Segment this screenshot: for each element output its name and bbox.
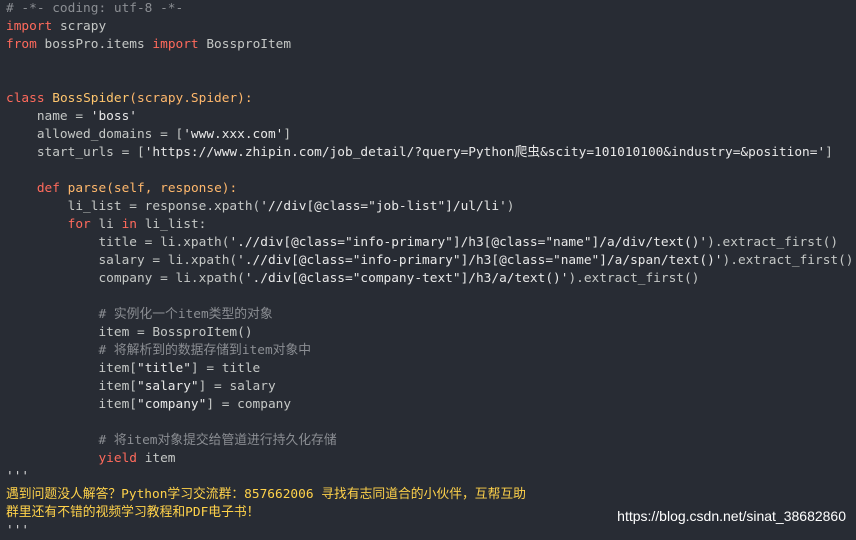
code-line: # -*- coding: utf-8 -*- <box>6 0 854 18</box>
code-keyword: from <box>6 37 37 52</box>
code-text: item <box>136 451 176 466</box>
code-text: item[ <box>6 397 137 412</box>
code-text: li_list = response.xpath( <box>6 199 261 214</box>
code-keyword: yield <box>98 451 137 466</box>
code-text: ] = title <box>190 361 261 376</box>
code-text: allowed_domains = [ <box>6 127 184 142</box>
code-string: 'www.xxx.com' <box>183 127 284 142</box>
code-text: ) <box>506 199 515 214</box>
code-text: item = BossproItem() <box>6 325 253 340</box>
code-string: 'https://www.zhipin.com/job_detail/?quer… <box>144 145 826 160</box>
code-string: '//div[@class="job-list"]/ul/li' <box>260 199 507 214</box>
code-docstring-text: 群里还有不错的视频学习教程和PDF电子书！ <box>6 505 260 520</box>
code-string: "salary" <box>136 379 199 394</box>
watermark-url: https://blog.csdn.net/sinat_38682860 <box>617 508 846 524</box>
code-text: bossPro.items <box>36 37 153 52</box>
code-line: ''' <box>6 522 854 540</box>
code-string: 'boss' <box>90 109 137 124</box>
code-line: company = li.xpath('./div[@class="compan… <box>6 270 854 288</box>
code-line: allowed_domains = ['www.xxx.com'] <box>6 126 854 144</box>
code-line: # 将解析到的数据存储到item对象中 <box>6 342 854 360</box>
code-line: item["company"] = company <box>6 396 854 414</box>
code-text: ] <box>825 145 833 160</box>
code-line: yield item <box>6 450 854 468</box>
code-base-class: (scrapy.Spider): <box>129 91 253 106</box>
code-keyword: in <box>121 217 138 232</box>
code-text: li <box>90 217 122 232</box>
code-keyword: for <box>67 217 91 232</box>
code-line: name = 'boss' <box>6 108 854 126</box>
code-text: start_urls = [ <box>6 145 145 160</box>
code-text: ] = company <box>206 397 292 412</box>
code-line: item = BossproItem() <box>6 324 854 342</box>
code-line: def parse(self, response): <box>6 180 854 198</box>
code-class-name: BossSpider <box>52 91 130 106</box>
code-line: 遇到问题没人解答？Python学习交流群：857662006 寻找有志同道合的小… <box>6 486 854 504</box>
code-comment: # 实例化一个item类型的对象 <box>98 307 273 322</box>
code-keyword: def <box>36 181 60 196</box>
code-text: ] <box>283 127 292 142</box>
code-text: name = <box>6 109 91 124</box>
code-line: title = li.xpath('.//div[@class="info-pr… <box>6 234 854 252</box>
code-docstring-quote: ''' <box>6 469 30 484</box>
code-string: './div[@class="company-text"]/h3/a/text(… <box>244 271 569 286</box>
code-line: # 实例化一个item类型的对象 <box>6 306 854 324</box>
code-string: './/div[@class="info-primary"]/h3[@class… <box>237 253 723 268</box>
code-text: scrapy <box>52 19 107 34</box>
code-string: "title" <box>136 361 191 376</box>
code-line: start_urls = ['https://www.zhipin.com/jo… <box>6 144 854 162</box>
code-keyword: import <box>6 19 53 34</box>
code-string: './/div[@class="info-primary"]/h3[@class… <box>229 235 708 250</box>
code-line: item["title"] = title <box>6 360 854 378</box>
code-line: ''' <box>6 468 854 486</box>
code-docstring-text: 遇到问题没人解答？Python学习交流群：857662006 寻找有志同道合的小… <box>6 487 526 502</box>
code-text: title = li.xpath( <box>6 235 230 250</box>
code-docstring-quote: ''' <box>6 523 30 538</box>
code-editor[interactable]: # -*- coding: utf-8 -*- import scrapy from… <box>6 0 854 540</box>
code-line: import scrapy <box>6 18 854 36</box>
code-keyword: import <box>152 37 199 52</box>
code-parameters: (self, response): <box>106 181 238 196</box>
code-line: li_list = response.xpath('//div[@class="… <box>6 198 854 216</box>
code-text: BossproItem <box>198 37 292 52</box>
code-text: li_list: <box>137 217 207 232</box>
code-text: salary = li.xpath( <box>6 253 238 268</box>
code-line: class BossSpider(scrapy.Spider): <box>6 90 854 108</box>
code-line: # 将item对象提交给管道进行持久化存储 <box>6 432 854 450</box>
code-string: "company" <box>136 397 207 412</box>
code-text: ).extract_first() <box>722 253 854 268</box>
code-keyword: class <box>6 91 45 106</box>
code-function-name: parse <box>67 181 107 196</box>
code-text: company = li.xpath( <box>6 271 245 286</box>
code-text: item[ <box>6 361 137 376</box>
code-comment: # 将item对象提交给管道进行持久化存储 <box>98 433 337 448</box>
code-text: ).extract_first() <box>568 271 700 286</box>
code-text: ).extract_first() <box>707 235 839 250</box>
code-comment: # 将解析到的数据存储到item对象中 <box>98 343 312 358</box>
code-line: salary = li.xpath('.//div[@class="info-p… <box>6 252 854 270</box>
code-text: item[ <box>6 379 137 394</box>
code-line: item["salary"] = salary <box>6 378 854 396</box>
code-text: ] = salary <box>198 379 276 394</box>
code-comment: # -*- coding: utf-8 -*- <box>6 1 184 16</box>
code-line: for li in li_list: <box>6 216 854 234</box>
code-line: from bossPro.items import BossproItem <box>6 36 854 54</box>
